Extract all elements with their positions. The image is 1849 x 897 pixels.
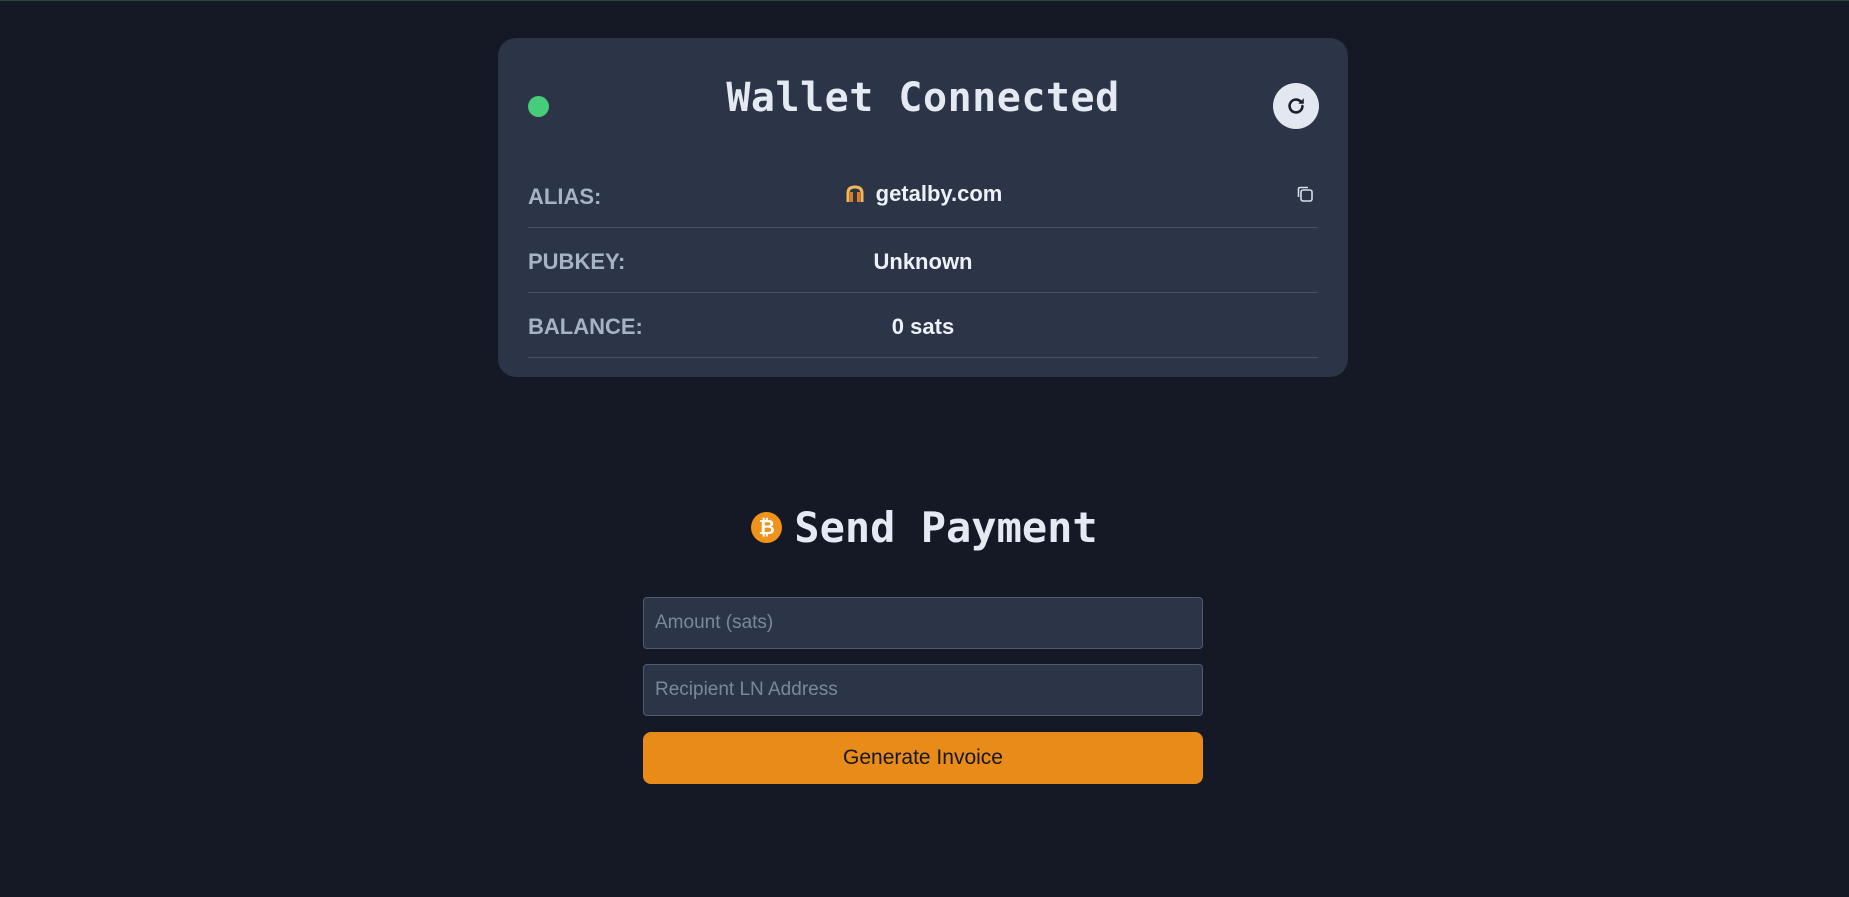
generate-invoice-button[interactable]: Generate Invoice xyxy=(643,732,1203,784)
send-payment-title: Send Payment xyxy=(794,503,1098,552)
bitcoin-icon: ₿ xyxy=(751,512,783,543)
refresh-button[interactable] xyxy=(1273,83,1319,129)
pubkey-row: PUBKEY: Unknown xyxy=(528,228,1318,293)
top-border-line xyxy=(0,0,1849,1)
wallet-card: Wallet Connected ALIAS: getalby.com PUBK… xyxy=(498,38,1348,377)
alias-row: ALIAS: getalby.com xyxy=(528,163,1318,228)
balance-value: 0 sats xyxy=(891,314,955,339)
send-payment-heading: ₿ Send Payment xyxy=(0,503,1849,552)
wallet-title: Wallet Connected xyxy=(726,75,1120,121)
copy-icon xyxy=(1297,186,1313,202)
refresh-icon xyxy=(1288,98,1304,114)
alias-value-group: getalby.com xyxy=(528,181,1318,207)
pubkey-value: Unknown xyxy=(873,249,973,274)
alias-value: getalby.com xyxy=(875,181,1003,206)
recipient-address-input[interactable] xyxy=(643,664,1203,716)
amount-input[interactable] xyxy=(643,597,1203,649)
copy-alias-button[interactable] xyxy=(1292,181,1318,207)
balance-row: BALANCE: 0 sats xyxy=(528,293,1318,358)
alby-logo-icon xyxy=(846,185,864,202)
